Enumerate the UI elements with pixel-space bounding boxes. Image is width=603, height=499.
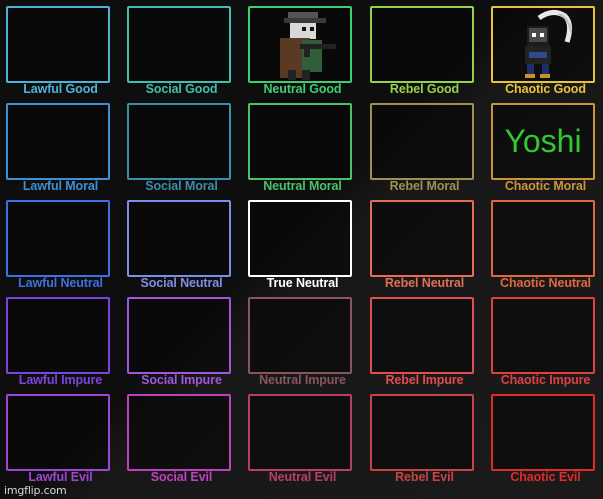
cell-box-chaotic-impure xyxy=(491,297,595,374)
cell-label: Social Evil xyxy=(150,470,213,484)
cell-chaotic-good: Chaotic Good xyxy=(485,0,603,97)
cell-label: Neutral Moral xyxy=(263,179,342,193)
cell-label: Rebel Impure xyxy=(385,373,464,387)
cell-rebel-evil: Rebel Evil xyxy=(364,388,485,485)
cell-label: Chaotic Good xyxy=(505,82,586,96)
cell-label: Lawful Evil xyxy=(28,470,93,484)
cell-neutral-good: Neutral Good xyxy=(242,0,363,97)
cell-chaotic-moral: Yoshi Chaotic Moral xyxy=(485,97,603,194)
cell-label: Chaotic Neutral xyxy=(500,276,591,290)
cell-box-lawful-moral xyxy=(6,103,110,180)
cell-chaotic-impure: Chaotic Impure xyxy=(485,291,603,388)
cell-box-neutral-good xyxy=(248,6,352,83)
cell-box-rebel-good xyxy=(370,6,474,83)
cell-box-lawful-good xyxy=(6,6,110,83)
cell-box-social-evil xyxy=(127,394,231,471)
cell-rebel-impure: Rebel Impure xyxy=(364,291,485,388)
cell-label: True Neutral xyxy=(266,276,339,290)
cell-social-moral: Social Moral xyxy=(121,97,242,194)
cell-social-impure: Social Impure xyxy=(121,291,242,388)
cell-label: Lawful Impure xyxy=(18,373,103,387)
hat-character-sprite xyxy=(280,12,336,80)
cell-lawful-moral: Lawful Moral xyxy=(0,97,121,194)
cell-box-lawful-evil xyxy=(6,394,110,471)
cell-box-social-neutral xyxy=(127,200,231,277)
cell-lawful-good: Lawful Good xyxy=(0,0,121,97)
cell-box-rebel-moral xyxy=(370,103,474,180)
cell-label: Chaotic Moral xyxy=(504,179,587,193)
cell-box-lawful-neutral xyxy=(6,200,110,277)
cell-box-rebel-impure xyxy=(370,297,474,374)
cell-label: Lawful Neutral xyxy=(18,276,103,290)
cell-box-rebel-evil xyxy=(370,394,474,471)
cell-social-evil: Social Evil xyxy=(121,388,242,485)
cell-box-chaotic-good xyxy=(491,6,595,83)
cell-label: Neutral Good xyxy=(263,82,342,96)
cell-label: Chaotic Impure xyxy=(500,373,591,387)
cell-lawful-neutral: Lawful Neutral xyxy=(0,194,121,291)
robot-character-sprite xyxy=(525,10,573,78)
cell-box-lawful-impure xyxy=(6,297,110,374)
cell-box-social-good xyxy=(127,6,231,83)
cell-box-true-neutral xyxy=(248,200,352,277)
cell-box-rebel-neutral xyxy=(370,200,474,277)
cell-box-chaotic-neutral xyxy=(491,200,595,277)
cell-label: Social Good xyxy=(145,82,218,96)
cell-box-neutral-evil xyxy=(248,394,352,471)
cell-rebel-good: Rebel Good xyxy=(364,0,485,97)
cell-label: Social Neutral xyxy=(140,276,223,290)
cell-label: Social Impure xyxy=(141,373,222,387)
cell-box-social-moral xyxy=(127,103,231,180)
alignment-chart: Lawful Good Social Good Neutral Good Rebel … xyxy=(0,0,603,499)
cell-chaotic-evil: Chaotic Evil xyxy=(485,388,603,485)
cell-true-neutral: True Neutral xyxy=(242,194,363,291)
cell-neutral-evil: Neutral Evil xyxy=(242,388,363,485)
cell-label: Rebel Evil xyxy=(395,470,454,484)
cell-label: Social Moral xyxy=(145,179,218,193)
cell-text: Yoshi xyxy=(504,123,582,159)
cell-social-neutral: Social Neutral xyxy=(121,194,242,291)
cell-neutral-impure: Neutral Impure xyxy=(242,291,363,388)
cell-box-social-impure xyxy=(127,297,231,374)
cell-label: Chaotic Evil xyxy=(510,470,581,484)
cell-label: Rebel Good xyxy=(389,82,460,96)
cell-label: Lawful Good xyxy=(23,82,98,96)
cell-label: Neutral Impure xyxy=(259,373,346,387)
cell-label: Rebel Moral xyxy=(389,179,460,193)
cell-chaotic-neutral: Chaotic Neutral xyxy=(485,194,603,291)
cell-rebel-moral: Rebel Moral xyxy=(364,97,485,194)
cell-social-good: Social Good xyxy=(121,0,242,97)
cell-box-chaotic-moral: Yoshi xyxy=(491,103,595,180)
watermark: imgflip.com xyxy=(4,484,67,497)
cell-box-neutral-impure xyxy=(248,297,352,374)
cell-label: Neutral Evil xyxy=(268,470,337,484)
cell-box-neutral-moral xyxy=(248,103,352,180)
cell-box-chaotic-evil xyxy=(491,394,595,471)
cell-lawful-impure: Lawful Impure xyxy=(0,291,121,388)
cell-label: Rebel Neutral xyxy=(384,276,465,290)
cell-label: Lawful Moral xyxy=(22,179,99,193)
cell-lawful-evil: Lawful Evil xyxy=(0,388,121,485)
cell-neutral-moral: Neutral Moral xyxy=(242,97,363,194)
cell-rebel-neutral: Rebel Neutral xyxy=(364,194,485,291)
